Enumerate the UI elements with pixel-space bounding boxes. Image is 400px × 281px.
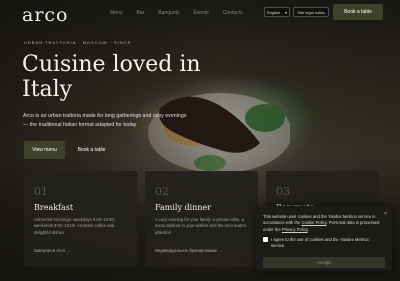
- legal-notes-button[interactable]: Site legal notes: [293, 7, 329, 17]
- book-table-button[interactable]: Book a table: [68, 141, 115, 159]
- agree-label: I agree to the use of cookies and the Ya…: [271, 237, 369, 249]
- card-number: 03: [276, 185, 290, 198]
- hero-tagline: URBAN TRATTORIA · MOSCOW · SINCE: [24, 40, 132, 45]
- view-menu-button[interactable]: View menu: [24, 141, 65, 159]
- nav-item-events[interactable]: Events: [193, 10, 208, 16]
- hero-description: Arco is an urban trattoria made for long…: [23, 113, 187, 128]
- main-nav: Menu Bar Banquets Events Contacts: [110, 10, 242, 16]
- chevron-down-icon: ▾: [284, 9, 287, 15]
- cookie-text-part: .: [307, 226, 309, 232]
- card-link[interactable]: Завтраки в Arco →: [34, 248, 70, 253]
- card-number: 02: [155, 185, 169, 198]
- nav-item-contacts[interactable]: Contacts: [223, 10, 243, 16]
- nav-item-bar[interactable]: Bar: [137, 10, 145, 16]
- cookie-banner: This website uses cookies and the Yandex…: [256, 206, 392, 271]
- privacy-policy-link[interactable]: Privacy Policy: [282, 227, 308, 232]
- card-link[interactable]: Индивидуальное бронирование →: [155, 248, 222, 253]
- card-title: Family dinner: [155, 203, 212, 212]
- book-table-header-button[interactable]: Book a table: [333, 4, 383, 20]
- logo[interactable]: arco: [22, 4, 69, 26]
- nav-item-menu[interactable]: Menu: [110, 10, 123, 16]
- card-family-dinner: 02 Family dinner A cozy evening for your…: [145, 171, 258, 267]
- nav-item-banquets[interactable]: Banquets: [158, 10, 179, 16]
- agree-checkbox[interactable]: [263, 237, 268, 242]
- card-breakfast: 01 Breakfast Unhurried mornings: weekday…: [24, 171, 137, 267]
- card-text: Unhurried mornings: weekdays 9:00–12:00,…: [34, 217, 116, 235]
- card-text: A cozy evening for your family: a privat…: [155, 217, 247, 235]
- cookie-text: This website uses cookies and the Yandex…: [263, 214, 381, 233]
- language-select[interactable]: English ▾: [264, 7, 290, 17]
- close-icon[interactable]: ×: [384, 211, 387, 217]
- page-title: Cuisine loved in Italy: [22, 52, 201, 102]
- language-value: English: [267, 9, 281, 15]
- accept-button[interactable]: Accept: [263, 257, 385, 268]
- card-number: 01: [34, 185, 48, 198]
- card-title: Breakfast: [34, 203, 74, 212]
- cookie-policy-link[interactable]: Cookie Policy: [301, 220, 326, 225]
